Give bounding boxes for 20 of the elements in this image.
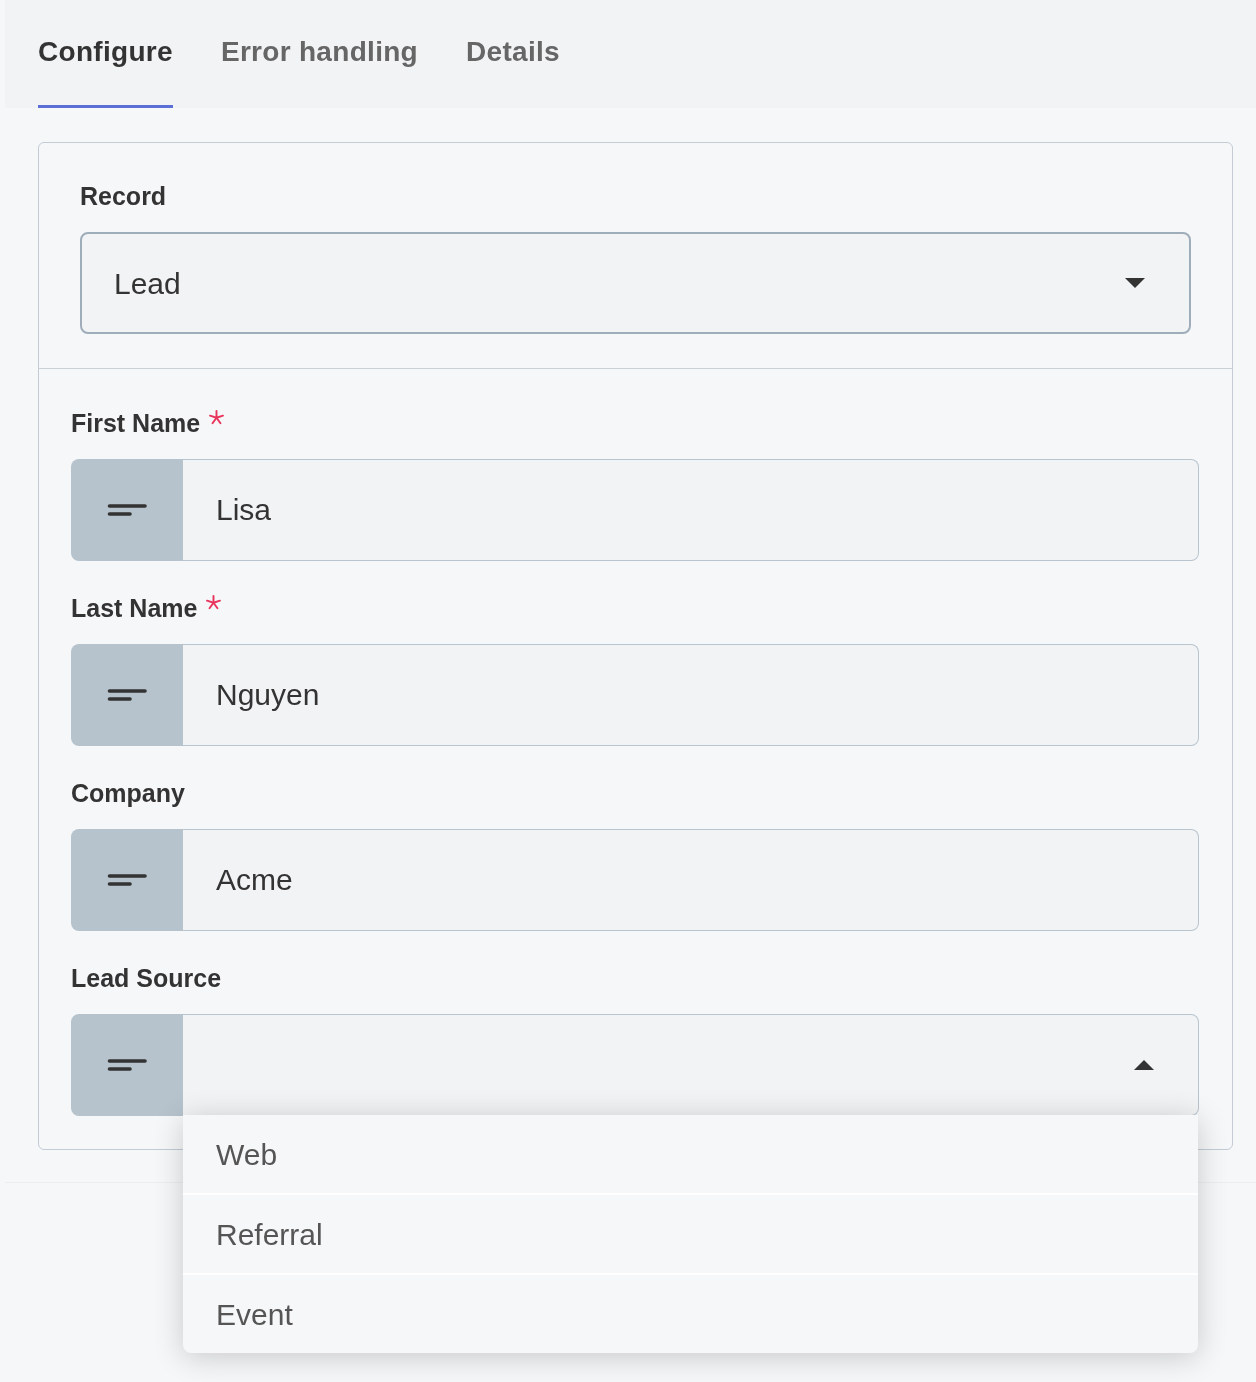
menu-option[interactable]: Web (183, 1115, 1198, 1193)
tab[interactable]: Error handling (220, 0, 419, 108)
field-label: First Name (71, 408, 201, 439)
menu-option[interactable]: Event (183, 1273, 1198, 1353)
text-lines-icon (71, 644, 183, 746)
text-input[interactable]: Lisa (183, 459, 1199, 561)
text-lines-icon (71, 1014, 183, 1116)
text-input[interactable]: Nguyen (183, 644, 1199, 746)
text-lines-icon (71, 829, 183, 931)
field-label: Lead Source (71, 963, 222, 994)
select-field[interactable]: Lead (80, 232, 1191, 334)
field-label: Record (80, 181, 167, 212)
tab[interactable]: Configure (38, 0, 173, 108)
tab[interactable]: Details (466, 0, 560, 108)
field-label: Company (71, 778, 185, 809)
menu-option[interactable]: Referral (183, 1193, 1198, 1273)
text-input[interactable]: Acme (183, 829, 1199, 931)
dropdown-field[interactable] (183, 1014, 1199, 1116)
text-lines-icon (71, 459, 183, 561)
field-label: Last Name (71, 593, 198, 624)
